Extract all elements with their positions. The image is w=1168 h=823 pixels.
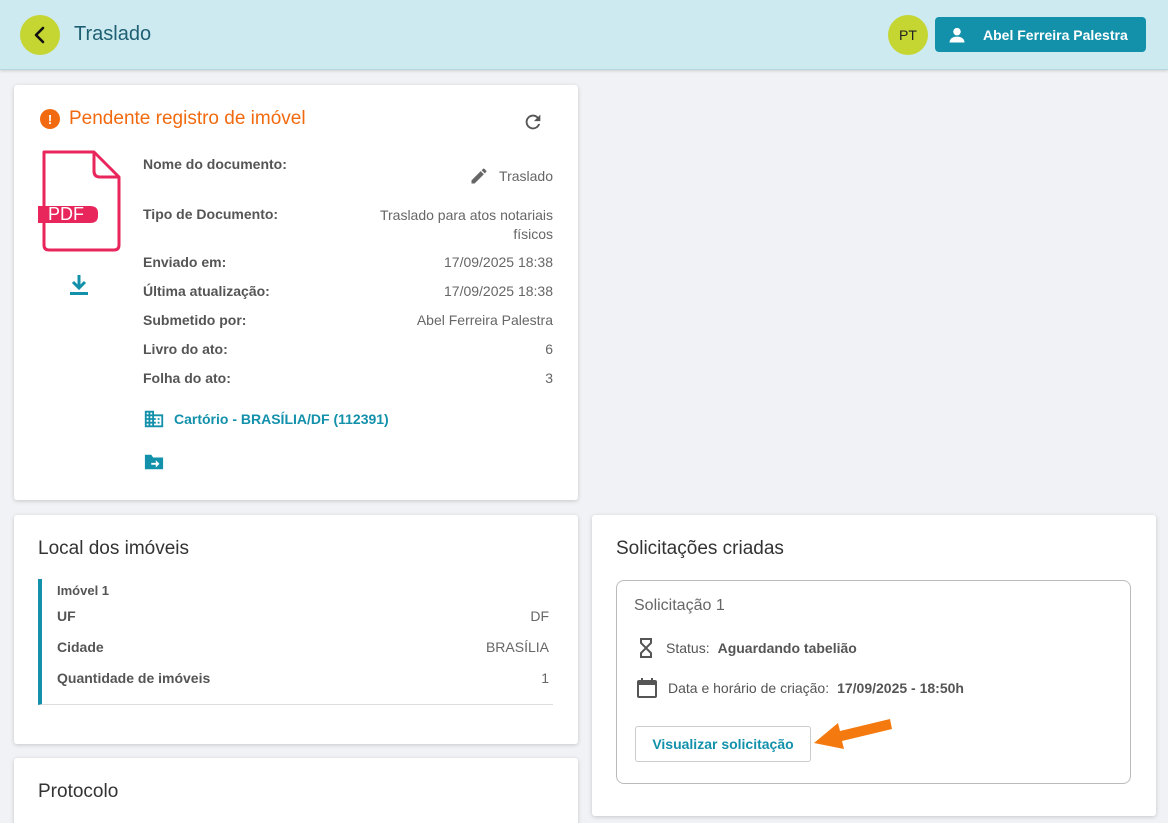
field-value: 6 [545,341,553,357]
field-value-text: Traslado [499,168,553,184]
date-value: 17/09/2025 - 18:50h [837,680,964,696]
page-title: Traslado [74,23,152,45]
person-icon [949,27,965,42]
row-label: Cidade [57,639,104,655]
building-icon [144,410,164,428]
cartorio-label: Cartório - BRASÍLIA/DF (112391) [174,411,389,427]
card-title: Local dos imóveis [38,538,190,559]
status-value: Aguardando tabelião [717,640,857,656]
hourglass-icon [640,638,652,658]
status-heading: ! Pendente registro de imóvel [40,108,306,130]
card-title: Solicitações criadas [616,538,784,559]
calendar-icon [637,678,657,698]
user-menu-button[interactable]: Abel Ferreira Palestra [935,17,1146,52]
field-value: 17/09/2025 18:38 [444,283,553,299]
view-request-button[interactable]: Visualizar solicitação [635,726,811,762]
top-bar: Traslado PT Abel Ferreira Palestra [0,0,1168,70]
row-value: DF [530,608,549,624]
card-title: Protocolo [38,781,119,802]
row-label: Quantidade de imóveis [57,670,211,686]
avatar[interactable]: PT [888,15,928,55]
refresh-icon[interactable] [522,111,544,133]
imovel-item: Imóvel 1 UF DF Cidade BRASÍLIA Quantidad… [38,579,553,705]
document-card: ! Pendente registro de imóvel PDF Nome d… [14,85,578,500]
imovel-title: Imóvel 1 [57,583,110,598]
row-label: UF [57,608,76,624]
annotation-arrow-icon [814,719,892,749]
pdf-label: PDF [48,204,84,224]
local-imoveis-card: Local dos imóveis Imóvel 1 UF DF Cidade … [14,515,578,744]
status-label: Status: [666,640,710,656]
edit-pencil-icon[interactable] [469,166,489,186]
field-label: Nome do documento: [143,156,287,172]
field-label: Tipo de Documento: [143,206,279,222]
field-value: Traslado para atos notariais físicos [379,207,553,242]
alert-icon: ! [40,109,60,129]
field-value: Traslado [469,166,553,186]
folder-move-icon[interactable] [143,452,165,472]
user-name: Abel Ferreira Palestra [983,26,1128,43]
solicitacao-status: Status: Aguardando tabelião [636,637,857,659]
field-label: Última atualização: [143,283,270,299]
row-value: 1 [541,670,549,686]
row-value: BRASÍLIA [485,639,549,655]
solicitacao-date: Data e horário de criação: 17/09/2025 - … [636,677,964,699]
field-label: Livro do ato: [143,341,228,357]
protocolo-card: Protocolo [14,758,578,823]
solicitacoes-card: Solicitações criadas Solicitação 1 Statu… [592,515,1156,816]
field-label: Submetido por: [143,312,247,328]
back-button[interactable] [20,15,60,55]
field-value: 3 [545,370,553,386]
status-text: Pendente registro de imóvel [69,108,306,129]
download-icon[interactable] [68,273,90,297]
pdf-file-icon: PDF [38,150,121,252]
date-label: Data e horário de criação: [668,680,830,696]
cartorio-link[interactable]: Cartório - BRASÍLIA/DF (112391) [143,408,389,430]
solicitacao-item: Solicitação 1 Status: Aguardando tabeliã… [616,580,1131,784]
field-value: Abel Ferreira Palestra [416,312,553,328]
field-label: Enviado em: [143,254,227,270]
field-value: 17/09/2025 18:38 [444,254,553,270]
chevron-left-icon [34,26,45,44]
solicitacao-title: Solicitação 1 [634,597,725,614]
field-label: Folha do ato: [143,370,231,386]
